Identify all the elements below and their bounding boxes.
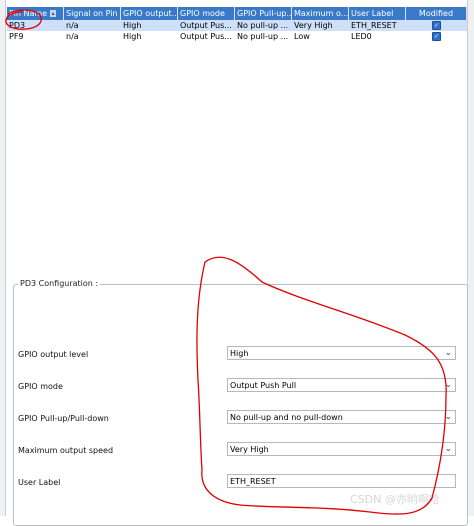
user-label-input[interactable]: ETH_RESET (227, 474, 456, 488)
gpio-mode-select[interactable]: Output Push Pull ⌄ (227, 378, 456, 392)
cell-gpio-mode: Output Pus... (180, 32, 232, 41)
cell-modified: ✓ (406, 31, 467, 42)
user-label-label: User Label (18, 478, 61, 487)
chevron-down-icon[interactable]: ⌄ (444, 412, 452, 423)
cell-max-speed: Very High (294, 21, 333, 30)
col-header-signal[interactable]: Signal on Pin (64, 7, 121, 20)
chevron-down-icon[interactable]: ⌄ (444, 348, 452, 359)
modified-checkbox[interactable]: ✓ (432, 21, 441, 30)
max-output-speed-select[interactable]: Very High ⌄ (227, 442, 456, 456)
table-header: Pin Name ▴ Signal on Pin GPIO output... G… (7, 7, 467, 20)
cell-pull: No pull-up ... (237, 21, 289, 30)
chevron-down-icon[interactable]: ⌄ (444, 444, 452, 455)
gpio-pin-table: Pin Name ▴ Signal on Pin GPIO output... G… (7, 7, 467, 42)
col-header-gpio-mode[interactable]: GPIO mode (178, 7, 235, 20)
col-header-user-label[interactable]: User Label (349, 7, 406, 20)
cell-signal: n/a (66, 32, 79, 41)
table-row[interactable]: PF9 n/a High Output Pus... No pull-up ..… (7, 31, 467, 42)
watermark: CSDN @亦哟啊哈 (350, 493, 440, 506)
cell-gpio-output: High (123, 32, 142, 41)
sort-icon[interactable]: ▴ (50, 10, 57, 17)
max-output-speed-label: Maximum output speed (18, 446, 114, 455)
gpio-output-level-select[interactable]: High ⌄ (227, 346, 456, 360)
col-header-max-speed[interactable]: Maximum o... (292, 7, 349, 20)
pin-configuration-panel (13, 284, 468, 526)
cell-signal: n/a (66, 21, 79, 30)
cell-pin-name: PF9 (9, 32, 24, 41)
cell-pin-name: PD3 (9, 21, 26, 30)
col-header-gpio-output[interactable]: GPIO output... (121, 7, 178, 20)
cell-max-speed: Low (294, 32, 310, 41)
cell-pull: No pull-up ... (237, 32, 289, 41)
left-frame (0, 0, 6, 516)
configuration-title: PD3 Configuration : (18, 279, 101, 288)
modified-checkbox[interactable]: ✓ (432, 32, 441, 41)
cell-gpio-output: High (123, 21, 142, 30)
gpio-output-level-label: GPIO output level (18, 350, 89, 359)
col-header-pin-name[interactable]: Pin Name ▴ (7, 7, 64, 20)
cell-modified: ✓ (406, 20, 467, 31)
cell-user-label: ETH_RESET (351, 21, 397, 30)
cell-gpio-mode: Output Pus... (180, 21, 232, 30)
col-header-pull[interactable]: GPIO Pull-up... (235, 7, 292, 20)
cell-user-label: LED0 (351, 32, 372, 41)
col-header-modified[interactable]: Modified (406, 7, 467, 20)
table-row[interactable]: PD3 n/a High Output Pus... No pull-up ..… (7, 20, 467, 31)
right-frame (467, 0, 474, 516)
gpio-mode-label: GPIO mode (18, 382, 63, 391)
gpio-pull-label: GPIO Pull-up/Pull-down (18, 414, 109, 423)
chevron-down-icon[interactable]: ⌄ (444, 380, 452, 391)
gpio-pull-select[interactable]: No pull-up and no pull-down ⌄ (227, 410, 456, 424)
